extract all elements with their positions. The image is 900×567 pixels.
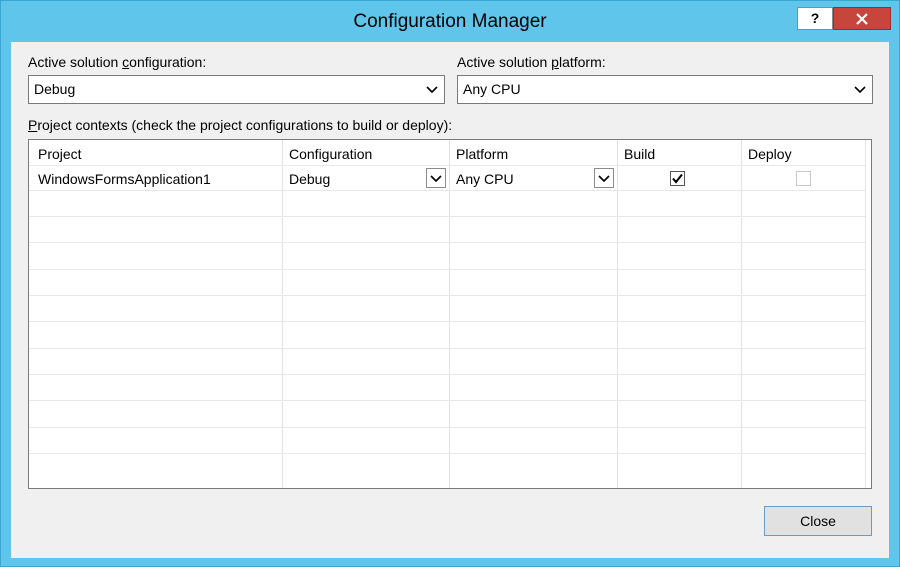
column-header-configuration[interactable]: Configuration <box>289 146 372 162</box>
chevron-down-icon <box>426 86 438 94</box>
configuration-manager-window: Configuration Manager ? Active solution … <box>0 0 900 567</box>
grid-row-divider <box>29 190 865 191</box>
checkmark-icon <box>672 173 683 184</box>
grid-column-divider[interactable] <box>449 140 450 488</box>
chevron-down-icon <box>854 86 866 94</box>
column-header-project[interactable]: Project <box>38 146 82 162</box>
grid-column-divider[interactable] <box>865 140 866 488</box>
grid-row-divider <box>29 295 865 296</box>
grid-row-divider <box>29 321 865 322</box>
close-icon <box>856 13 868 25</box>
grid-row-divider <box>29 165 865 166</box>
grid-row-divider <box>29 400 865 401</box>
column-header-deploy[interactable]: Deploy <box>748 146 792 162</box>
grid-row-divider <box>29 348 865 349</box>
column-header-platform[interactable]: Platform <box>456 146 508 162</box>
active-config-label: Active solution configuration: <box>28 54 207 70</box>
window-title: Configuration Manager <box>353 11 547 32</box>
grid-column-divider[interactable] <box>282 140 283 488</box>
build-checkbox[interactable] <box>670 171 685 186</box>
grid-row-divider <box>29 269 865 270</box>
project-contexts-grid[interactable]: Project Configuration Platform Build Dep… <box>28 139 872 489</box>
grid-column-divider[interactable] <box>617 140 618 488</box>
close-button[interactable]: Close <box>764 506 872 536</box>
chevron-down-icon <box>598 175 610 183</box>
active-config-value: Debug <box>34 81 76 97</box>
active-config-dropdown[interactable]: Debug <box>28 75 445 104</box>
grid-row-divider <box>29 216 865 217</box>
platform-cell[interactable]: Any CPU <box>456 171 514 187</box>
column-header-build[interactable]: Build <box>624 146 655 162</box>
grid-row-divider <box>29 427 865 428</box>
grid-row-divider <box>29 453 865 454</box>
grid-column-divider[interactable] <box>741 140 742 488</box>
configuration-cell[interactable]: Debug <box>289 171 330 187</box>
configuration-dropdown-button[interactable] <box>426 168 446 188</box>
active-platform-value: Any CPU <box>463 81 521 97</box>
grid-row-divider <box>29 242 865 243</box>
active-platform-dropdown[interactable]: Any CPU <box>457 75 873 104</box>
title-bar[interactable]: Configuration Manager ? <box>1 1 899 41</box>
project-contexts-label: Project contexts (check the project conf… <box>28 117 453 133</box>
help-button[interactable]: ? <box>797 7 833 30</box>
dialog-body: Active solution configuration: Debug Act… <box>11 42 889 558</box>
active-platform-label: Active solution platform: <box>457 54 606 70</box>
chevron-down-icon <box>430 175 442 183</box>
deploy-checkbox <box>796 171 811 186</box>
platform-dropdown-button[interactable] <box>594 168 614 188</box>
grid-row-divider <box>29 374 865 375</box>
window-close-button[interactable] <box>833 7 891 30</box>
project-name-cell[interactable]: WindowsFormsApplication1 <box>38 171 211 187</box>
